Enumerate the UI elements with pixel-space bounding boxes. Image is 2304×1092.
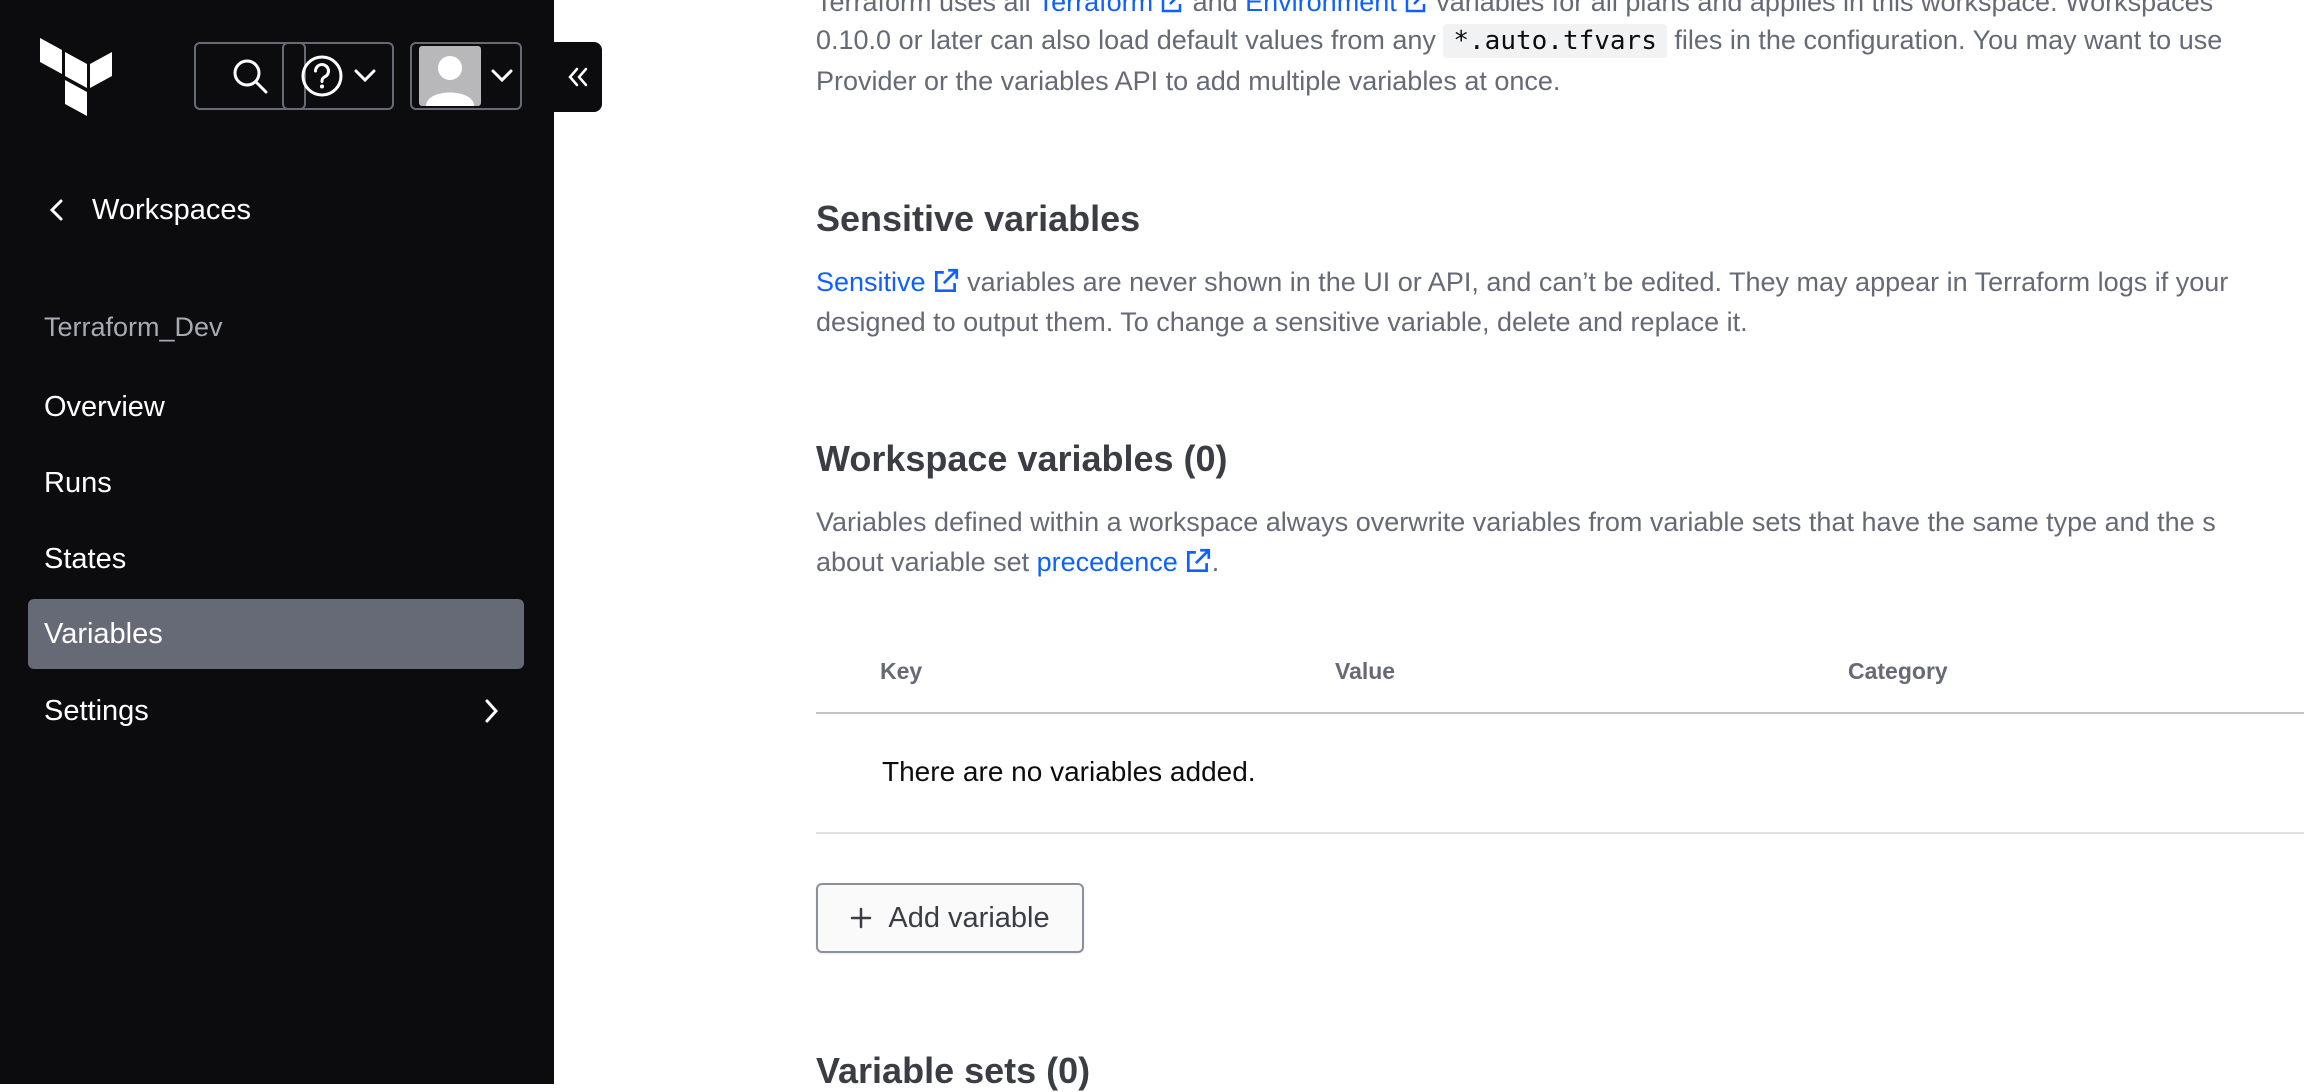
workspace-variables-heading: Workspace variables (0) <box>816 438 1228 479</box>
sidebar-item-runs[interactable]: Runs <box>28 448 524 518</box>
column-header-category: Category <box>1848 658 1948 684</box>
sidebar-item-label: Variables <box>44 617 163 650</box>
help-icon <box>301 55 343 97</box>
sidebar-item-variables[interactable]: Variables <box>28 599 524 669</box>
user-avatar <box>419 46 481 106</box>
workspace-name: Terraform_Dev <box>44 312 223 342</box>
variables-table-header: Key Value Category <box>816 642 2304 714</box>
sidebar-item-label: States <box>44 542 127 575</box>
user-menu-button[interactable] <box>410 42 522 110</box>
add-variable-label: Add variable <box>888 901 1050 934</box>
sidebar-item-label: Overview <box>44 390 165 423</box>
chevron-right-icon <box>485 699 499 723</box>
intro-line-2: 0.10.0 or later can also load default va… <box>816 24 2223 58</box>
terraform-variables-link[interactable]: Terraform <box>1038 0 1186 17</box>
precedence-link[interactable]: precedence <box>1037 547 1212 577</box>
main-content: Terraform uses all Terraform and Environ… <box>816 0 2304 1091</box>
plus-icon <box>851 907 872 929</box>
auto-tfvars-code: *.auto.tfvars <box>1443 24 1667 58</box>
sensitive-variables-heading: Sensitive variables <box>816 198 1141 239</box>
intro-line-1: Terraform uses all Terraform and Environ… <box>816 0 2213 22</box>
sensitive-link[interactable]: Sensitive <box>816 267 960 297</box>
search-icon <box>233 59 268 94</box>
intro-line-3: Provider or the variables API to add mul… <box>816 66 1561 96</box>
workspace-vars-line-1: Variables defined within a workspace alw… <box>816 507 2216 537</box>
chevron-down-icon <box>491 69 513 83</box>
workspace-vars-line-2: about variable set precedence. <box>816 547 1220 577</box>
external-link-icon <box>1186 548 1210 573</box>
chevron-down-icon <box>354 69 376 83</box>
empty-state-text: There are no variables added. <box>882 756 1256 787</box>
variable-sets-heading: Variable sets (0) <box>816 1050 1091 1091</box>
external-link-icon <box>1161 0 1182 13</box>
chevron-left-icon <box>49 199 63 221</box>
sensitive-line-2: designed to output them. To change a sen… <box>816 307 1748 337</box>
sidebar-item-label: Runs <box>44 466 112 499</box>
sensitive-line-1: Sensitive variables are never shown in t… <box>816 267 2229 297</box>
add-variable-button[interactable]: Add variable <box>816 883 1084 953</box>
external-link-icon <box>1405 0 1425 13</box>
sidebar-item-label: Settings <box>44 694 149 727</box>
column-header-key: Key <box>880 658 923 684</box>
help-menu-button[interactable] <box>282 42 394 110</box>
external-link-icon <box>934 268 958 293</box>
environment-variables-link[interactable]: Environment <box>1245 0 1429 17</box>
terraform-logo[interactable] <box>40 38 112 118</box>
back-to-workspaces-link[interactable]: Workspaces <box>48 188 251 232</box>
sidebar-item-overview[interactable]: Overview <box>28 372 524 442</box>
sidebar: Workspaces Terraform_Dev Overview Runs S… <box>0 0 554 1084</box>
sidebar-item-states[interactable]: States <box>28 524 524 594</box>
column-header-value: Value <box>1335 658 1396 684</box>
back-link-label: Workspaces <box>92 193 252 226</box>
double-chevron-left-icon <box>568 67 588 87</box>
empty-table-row: There are no variables added. <box>816 714 2304 834</box>
sidebar-item-settings[interactable]: Settings <box>28 676 524 746</box>
collapse-sidebar-button[interactable] <box>554 42 602 112</box>
